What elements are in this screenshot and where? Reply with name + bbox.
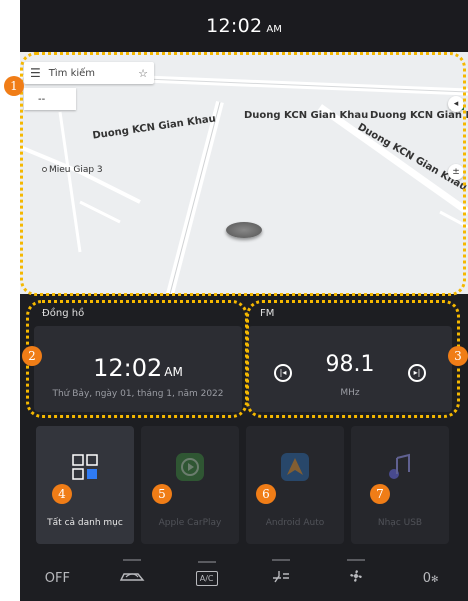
airflow-mode-button[interactable] — [251, 559, 311, 588]
recirculation-button[interactable] — [102, 559, 162, 588]
fan-level[interactable]: 0✻ — [401, 571, 461, 586]
fan-small-icon: ✻ — [430, 574, 439, 585]
tile-label: Tất cả danh mục — [47, 518, 123, 528]
highlight-fm-region — [246, 300, 460, 418]
tile-label: Android Auto — [265, 518, 325, 528]
car-recirculation-icon — [119, 573, 145, 581]
annotation-badge-6: 6 — [256, 484, 276, 504]
indicator-line — [272, 559, 291, 561]
highlight-map-region — [20, 52, 466, 296]
ac-label: A/C — [195, 571, 218, 586]
annotation-badge-5: 5 — [152, 484, 172, 504]
fan-button[interactable] — [326, 559, 386, 588]
carplay-icon — [176, 453, 204, 481]
indicator-line — [346, 559, 365, 561]
fan-level-value: 0 — [422, 570, 431, 586]
annotation-badge-7: 7 — [370, 484, 390, 504]
annotation-badge-1: 1 — [4, 76, 24, 96]
annotation-badge-4: 4 — [52, 484, 72, 504]
highlight-clock-region — [26, 300, 248, 418]
tile-all-categories[interactable]: Tất cả danh mục — [36, 426, 134, 544]
status-ampm: AM — [266, 23, 282, 35]
tile-usb-music[interactable]: Nhạc USB — [351, 426, 449, 544]
tile-label: Apple CarPlay — [158, 518, 222, 528]
status-bar: 12:02 AM — [20, 0, 468, 52]
music-note-icon — [389, 453, 410, 479]
seat-airflow-icon — [273, 571, 290, 583]
status-time: 12:02 — [206, 15, 263, 37]
android-auto-icon — [281, 453, 309, 481]
tile-label: Nhạc USB — [377, 518, 423, 528]
climate-bar: OFF A/C 0✻ — [20, 555, 468, 601]
climate-off-button[interactable]: OFF — [27, 571, 87, 586]
grid-icon — [72, 454, 98, 480]
indicator-line — [122, 559, 141, 561]
annotation-badge-3: 3 — [448, 346, 468, 366]
climate-off-label: OFF — [44, 570, 70, 586]
fan-icon — [350, 570, 362, 582]
car-head-unit-screen: 12:02 AM ☰ Tìm kiếm ☆ -- Duong KCN Gian … — [20, 0, 468, 601]
indicator-line — [197, 561, 216, 563]
ac-button[interactable]: A/C — [177, 561, 237, 586]
annotation-badge-2: 2 — [22, 346, 42, 366]
